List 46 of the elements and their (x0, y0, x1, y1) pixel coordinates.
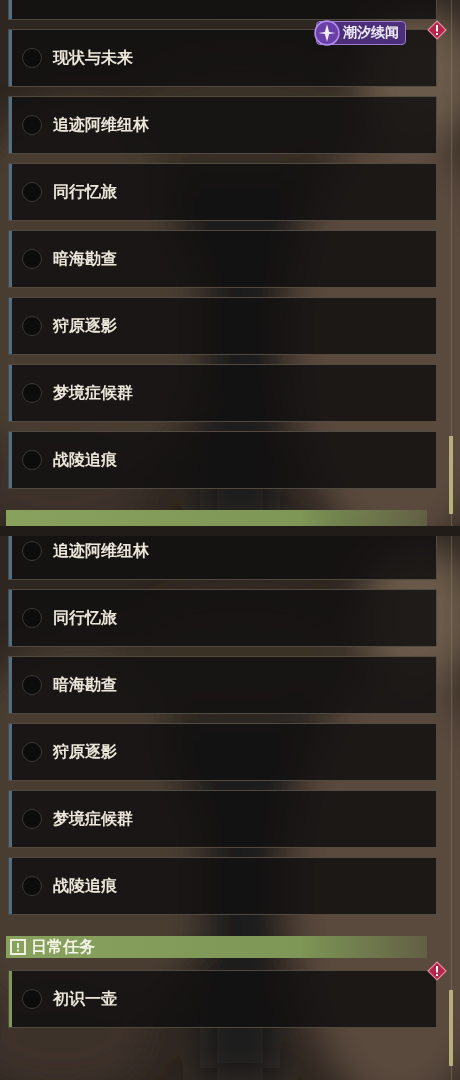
quest-title: 初识一壶 (53, 988, 117, 1010)
radio-circle[interactable] (22, 383, 42, 403)
quest-title: 梦境症候群 (53, 382, 133, 404)
sparkle-icon (314, 20, 340, 46)
quest-title: 战陵追痕 (53, 875, 117, 897)
quest-title: 梦境症候群 (53, 808, 133, 830)
radio-circle[interactable] (22, 316, 42, 336)
radio-circle[interactable] (22, 675, 42, 695)
section-title: 日常任务 (31, 936, 95, 958)
scrollbar-thumb[interactable] (449, 436, 453, 514)
radio-circle[interactable] (22, 809, 42, 829)
quest-title: 战陵追痕 (53, 449, 117, 471)
quest-title: 追迹阿维纽林 (53, 540, 149, 562)
quest-row[interactable]: 狩原逐影 (8, 723, 437, 781)
radio-circle[interactable] (22, 742, 42, 762)
quest-title: 暗海勘查 (53, 674, 117, 696)
quest-row[interactable]: 追迹阿维纽林 (8, 96, 437, 154)
quest-title: 同行忆旅 (53, 181, 117, 203)
quest-title: 暗海勘查 (53, 248, 117, 270)
radio-circle[interactable] (22, 541, 42, 561)
quest-row[interactable]: 狩原逐影 (8, 297, 437, 355)
scrollbar-thumb[interactable] (449, 990, 453, 1066)
quest-row[interactable]: 战陵追痕 (8, 431, 437, 489)
radio-circle[interactable] (22, 48, 42, 68)
quest-row[interactable]: 战陵追痕 (8, 857, 437, 915)
quest-row[interactable]: 梦境症候群 (8, 790, 437, 848)
quest-row[interactable]: 梦境症候群 (8, 364, 437, 422)
quest-row[interactable]: 暗海勘查 (8, 230, 437, 288)
quest-row[interactable]: 同行忆旅 (8, 589, 437, 647)
radio-circle[interactable] (22, 249, 42, 269)
quest-title: 追迹阿维纽林 (53, 114, 149, 136)
exclamation-icon (10, 939, 26, 955)
quest-title: 狩原逐影 (53, 741, 117, 763)
radio-circle[interactable] (22, 182, 42, 202)
quest-row[interactable]: 初识一壶 (8, 970, 437, 1028)
radio-circle[interactable] (22, 876, 42, 896)
quest-title: 狩原逐影 (53, 315, 117, 337)
quest-row[interactable]: 追迹阿维纽林 (8, 536, 437, 580)
quest-row[interactable]: 暗海勘查 (8, 656, 437, 714)
radio-circle[interactable] (22, 989, 42, 1009)
quest-title: 现状与未来 (53, 47, 133, 69)
quest-row[interactable]: 同行忆旅 (8, 163, 437, 221)
radio-circle[interactable] (22, 608, 42, 628)
radio-circle[interactable] (22, 450, 42, 470)
quest-title: 同行忆旅 (53, 607, 117, 629)
radio-circle[interactable] (22, 115, 42, 135)
